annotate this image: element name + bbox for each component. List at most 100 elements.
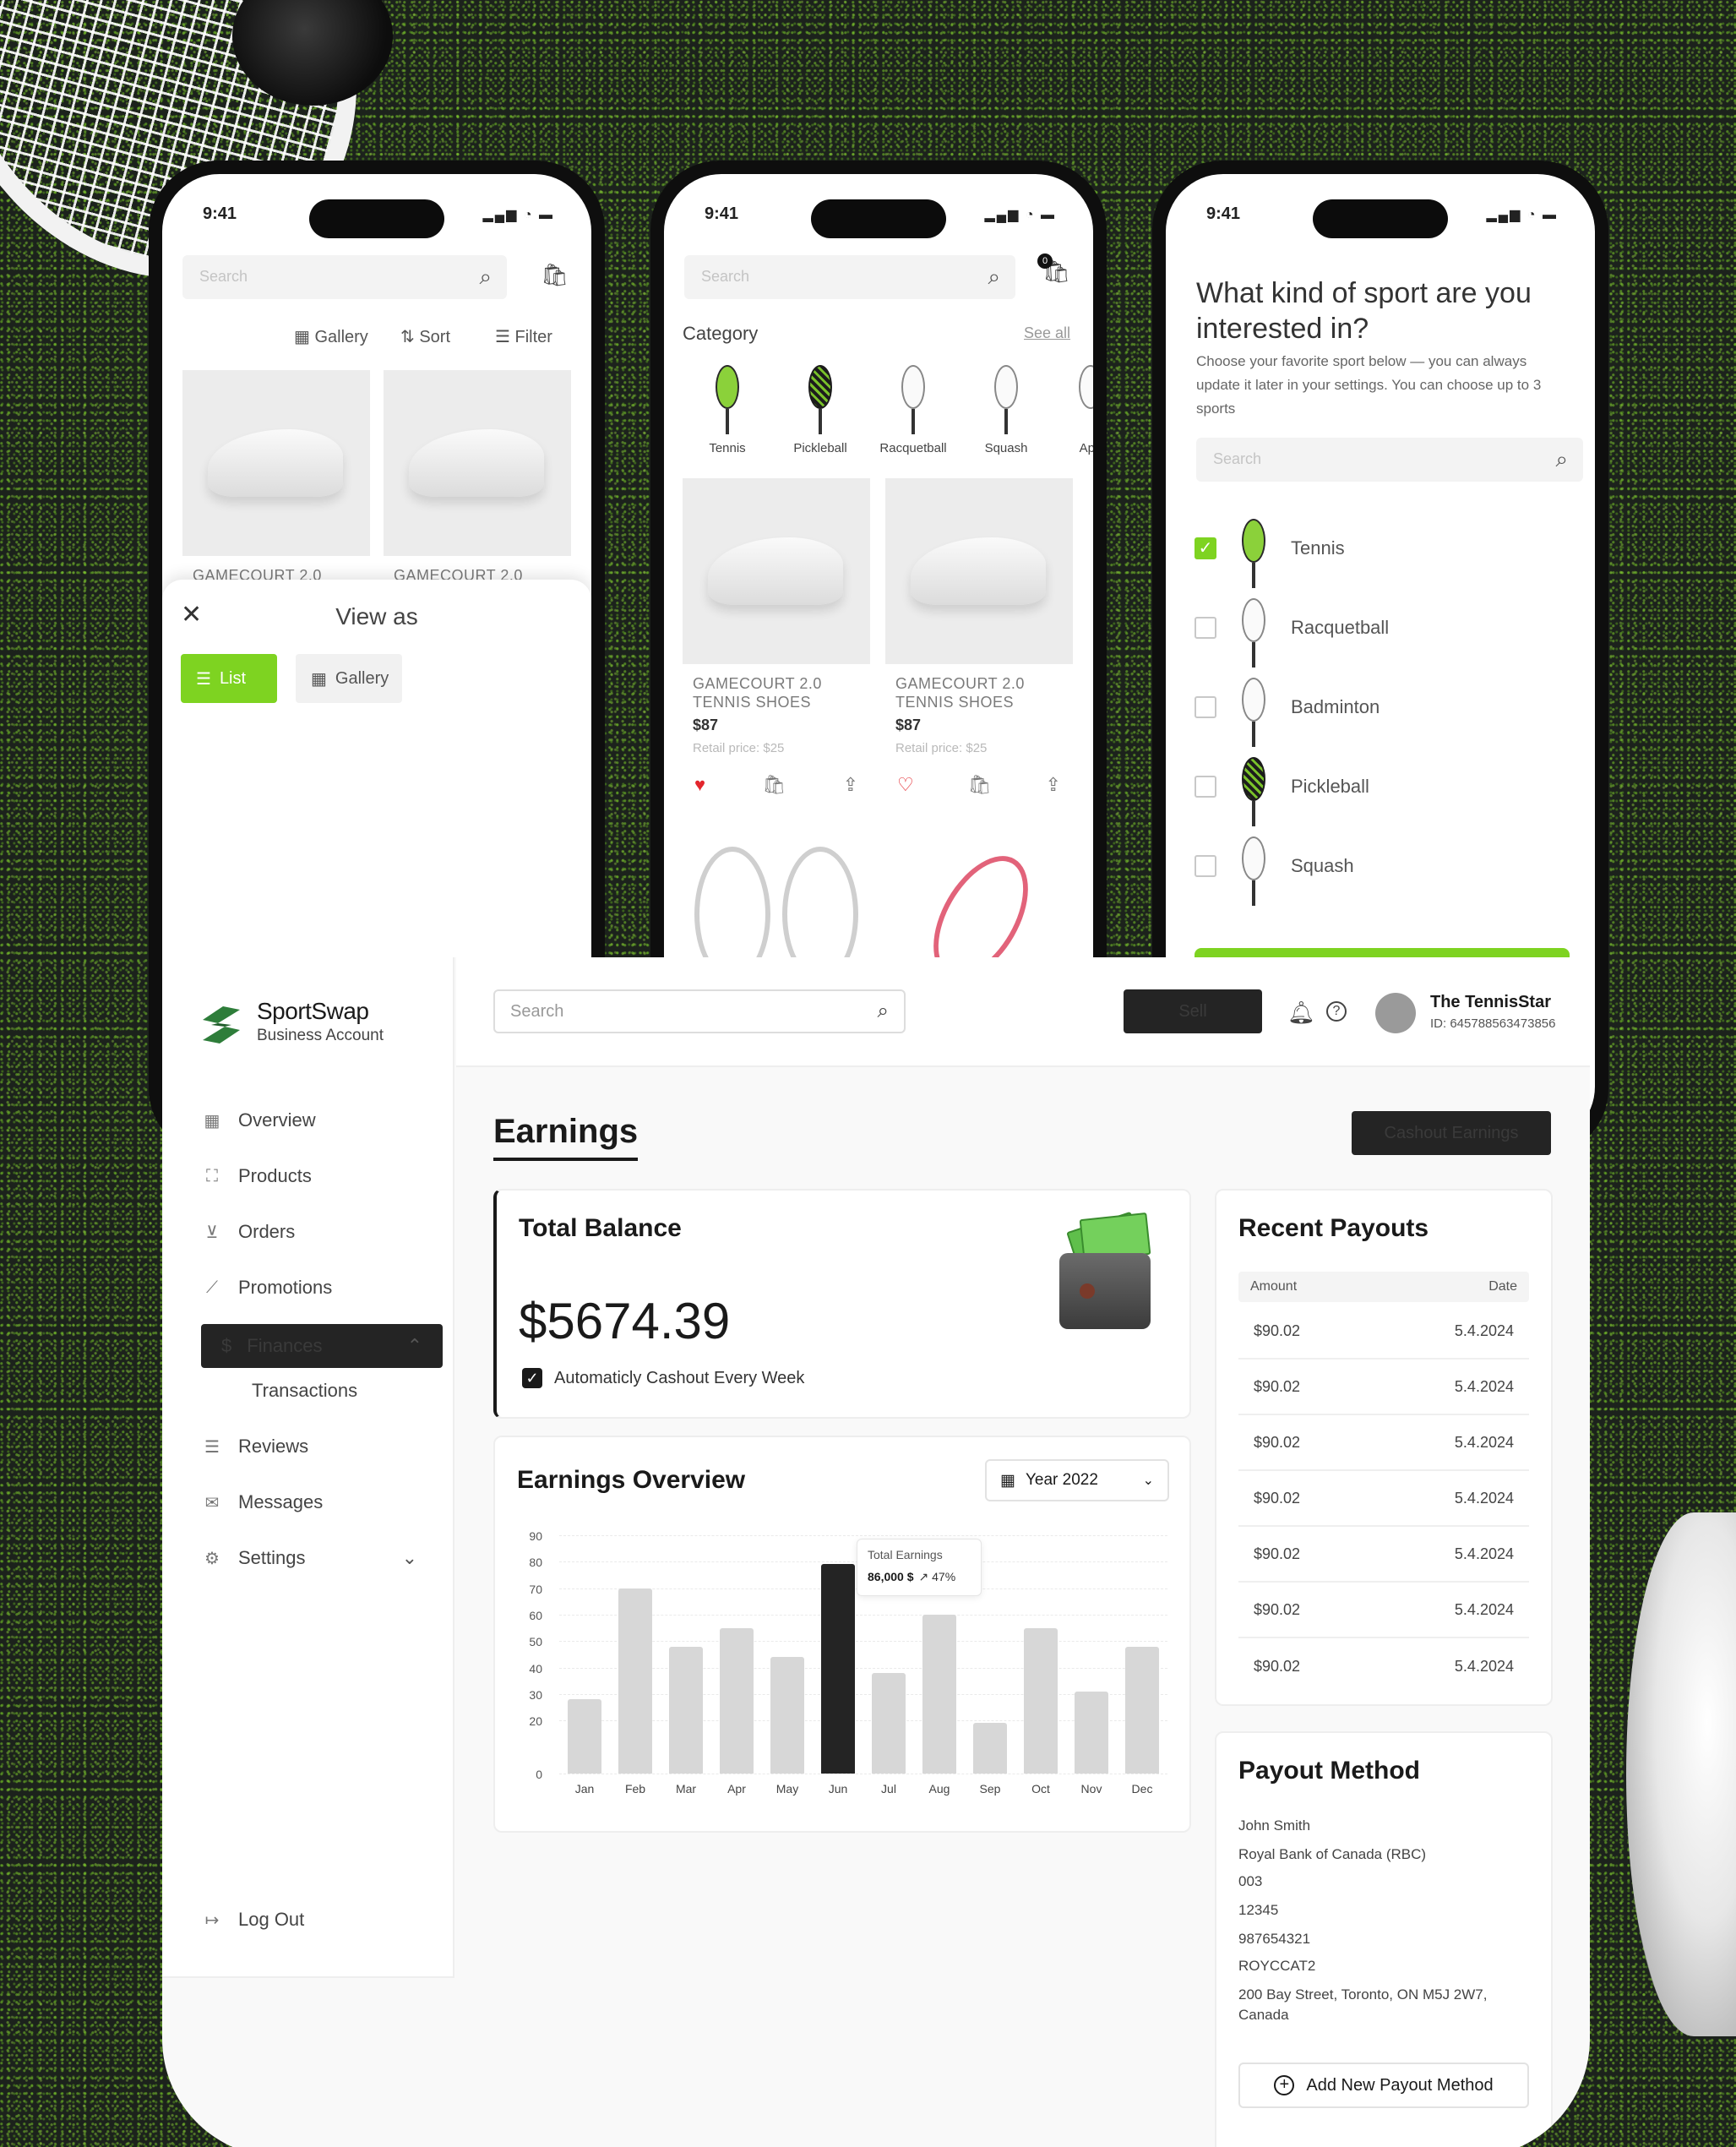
- bell-icon[interactable]: 🔔︎: [1287, 1000, 1315, 1026]
- category-pickleball[interactable]: Pickleball: [774, 365, 867, 455]
- share-icon[interactable]: ⇪: [843, 774, 858, 796]
- product-card[interactable]: GAMECOURT 2.0: [182, 370, 370, 585]
- sport-option-racquetball[interactable]: Racquetball: [1195, 598, 1389, 668]
- x-tick-label: Aug: [928, 1782, 950, 1796]
- sort-button[interactable]: ⇅ Sort: [400, 326, 450, 347]
- heart-filled-icon[interactable]: ♥: [694, 774, 705, 796]
- bar-mar[interactable]: [669, 1646, 703, 1774]
- search-icon[interactable]: ⌕: [479, 264, 492, 291]
- checkbox-checked[interactable]: ✓: [1195, 537, 1216, 559]
- bar-jul[interactable]: [872, 1672, 906, 1774]
- sport-option-squash[interactable]: Squash: [1195, 836, 1354, 906]
- checkbox[interactable]: [1195, 696, 1216, 718]
- question-title: What kind of sport are you interested in…: [1196, 277, 1532, 345]
- year-label: Year 2022: [1025, 1471, 1098, 1489]
- search-input[interactable]: Search ⌕: [684, 255, 1015, 299]
- bar-sep[interactable]: [973, 1723, 1007, 1774]
- calendar-icon: ▦: [1000, 1471, 1015, 1490]
- sport-option-pickleball[interactable]: Pickleball: [1195, 757, 1369, 826]
- nav-orders[interactable]: ⊻ Orders: [201, 1221, 296, 1243]
- bag-icon[interactable]: 🛍: [762, 774, 786, 796]
- add-payout-method-button[interactable]: + Add New Payout Method: [1238, 2063, 1529, 2108]
- checkbox[interactable]: [1195, 617, 1216, 639]
- payout-date: 5.4.2024: [1454, 1600, 1514, 1618]
- help-icon[interactable]: ?: [1326, 1001, 1347, 1022]
- product-card[interactable]: GAMECOURT 2.0: [384, 370, 571, 585]
- search-icon[interactable]: ⌕: [878, 1000, 889, 1023]
- topbar: Search ⌕ Sell 🔔︎ ? The TennisStar ID: 64…: [456, 957, 1590, 1067]
- list-icon: ☰: [204, 1437, 220, 1457]
- bar-jun[interactable]: [821, 1564, 855, 1774]
- product-card[interactable]: GAMECOURT 2.0 TENNIS SHOES $87 Retail pr…: [683, 478, 870, 796]
- dashboard: SportSwap Business Account ▦ Overview ⛶ Pr…: [162, 957, 1590, 2147]
- search-icon[interactable]: ⌕: [1555, 446, 1568, 473]
- sell-button[interactable]: Sell: [1124, 989, 1262, 1033]
- pickleball-paddle-icon: [802, 365, 839, 434]
- search-icon[interactable]: ⌕: [988, 264, 1000, 291]
- checkbox[interactable]: [1195, 776, 1216, 798]
- cart-icon[interactable]: 🛍 0: [1037, 253, 1070, 285]
- checkbox-checked[interactable]: ✓: [522, 1368, 542, 1388]
- table-row: $90.02 5.4.2024: [1238, 1471, 1529, 1527]
- view-gallery-button[interactable]: ▦ Gallery: [296, 654, 402, 703]
- category-more[interactable]: App: [1044, 365, 1093, 455]
- nav-overview[interactable]: ▦ Overview: [201, 1109, 316, 1131]
- product-card[interactable]: GAMECOURT 2.0 TENNIS SHOES $87 Retail pr…: [885, 478, 1073, 796]
- y-tick-label: 70: [529, 1582, 542, 1596]
- brand-name: SportSwap: [257, 998, 369, 1024]
- bag-icon[interactable]: 🛍: [968, 774, 992, 796]
- y-tick-label: 80: [529, 1556, 542, 1570]
- search-input[interactable]: Search ⌕: [1196, 438, 1583, 482]
- heart-outline-icon[interactable]: ♡: [897, 774, 914, 796]
- cashout-earnings-button[interactable]: Cashout Earnings: [1352, 1111, 1551, 1155]
- bar-apr[interactable]: [720, 1627, 754, 1774]
- retail-price: Retail price: $25: [895, 741, 988, 755]
- filter-button[interactable]: ☰ Filter: [495, 326, 552, 347]
- category-tennis[interactable]: Tennis: [681, 365, 774, 455]
- mail-icon: ✉: [204, 1493, 220, 1512]
- search-input[interactable]: Search ⌕: [182, 255, 507, 299]
- see-all-link[interactable]: See all: [1024, 324, 1070, 342]
- search-input[interactable]: Search ⌕: [493, 989, 906, 1033]
- product-name: GAMECOURT 2.0 TENNIS SHOES: [895, 675, 1025, 711]
- bar-nov[interactable]: [1075, 1691, 1108, 1774]
- nav-finances[interactable]: $ Finances ⌃: [201, 1324, 443, 1368]
- search-placeholder: Search: [701, 268, 750, 285]
- year-select[interactable]: ▦ Year 2022 ⌄: [985, 1459, 1169, 1501]
- nav-logout[interactable]: ↦ Log Out: [201, 1909, 305, 1931]
- bar-dec[interactable]: [1125, 1646, 1159, 1774]
- nav-settings[interactable]: ⚙ Settings ⌄: [201, 1547, 417, 1569]
- bar-may[interactable]: [770, 1657, 804, 1774]
- payout-amount: $90.02: [1254, 1433, 1301, 1451]
- bar-oct[interactable]: [1024, 1627, 1058, 1774]
- account-number: 987654321: [1238, 1931, 1311, 1947]
- nav-transactions[interactable]: Transactions: [252, 1380, 357, 1402]
- nav-products[interactable]: ⛶ Products: [201, 1165, 312, 1187]
- bar-aug[interactable]: [922, 1615, 956, 1774]
- cart-icon[interactable]: 🛍: [541, 262, 569, 288]
- sport-option-badminton[interactable]: Badminton: [1195, 678, 1380, 747]
- nav-reviews[interactable]: ☰ Reviews: [201, 1436, 308, 1458]
- avatar[interactable]: [1375, 993, 1416, 1033]
- checkbox[interactable]: [1195, 855, 1216, 877]
- x-tick-label: Mar: [675, 1782, 697, 1796]
- shoe-image: [708, 537, 843, 605]
- auto-cashout-toggle[interactable]: ✓ Automaticly Cashout Every Week: [522, 1368, 804, 1388]
- view-list-button[interactable]: ☰ List: [181, 654, 277, 703]
- bar-feb[interactable]: [618, 1588, 652, 1774]
- status-icons: ▂▄▆ ◔ ▬: [984, 208, 1056, 222]
- product-image: [384, 370, 571, 556]
- gallery-button[interactable]: ▦ Gallery: [294, 326, 368, 347]
- dollar-icon: $: [221, 1335, 232, 1356]
- nav-promotions[interactable]: ⟋ Promotions: [201, 1277, 332, 1299]
- share-icon[interactable]: ⇪: [1046, 774, 1061, 796]
- status-icons: ▂▄▆ ◔ ▬: [482, 208, 554, 222]
- badminton-racket-icon: [1235, 678, 1272, 747]
- nav-messages[interactable]: ✉ Messages: [201, 1491, 324, 1513]
- x-tick-label: Dec: [1131, 1782, 1153, 1796]
- x-tick-label: Feb: [624, 1782, 646, 1796]
- category-racquetball[interactable]: Racquetball: [867, 365, 960, 455]
- category-squash[interactable]: Squash: [960, 365, 1053, 455]
- bar-jan[interactable]: [568, 1699, 601, 1774]
- sport-option-tennis[interactable]: ✓ Tennis: [1195, 519, 1345, 588]
